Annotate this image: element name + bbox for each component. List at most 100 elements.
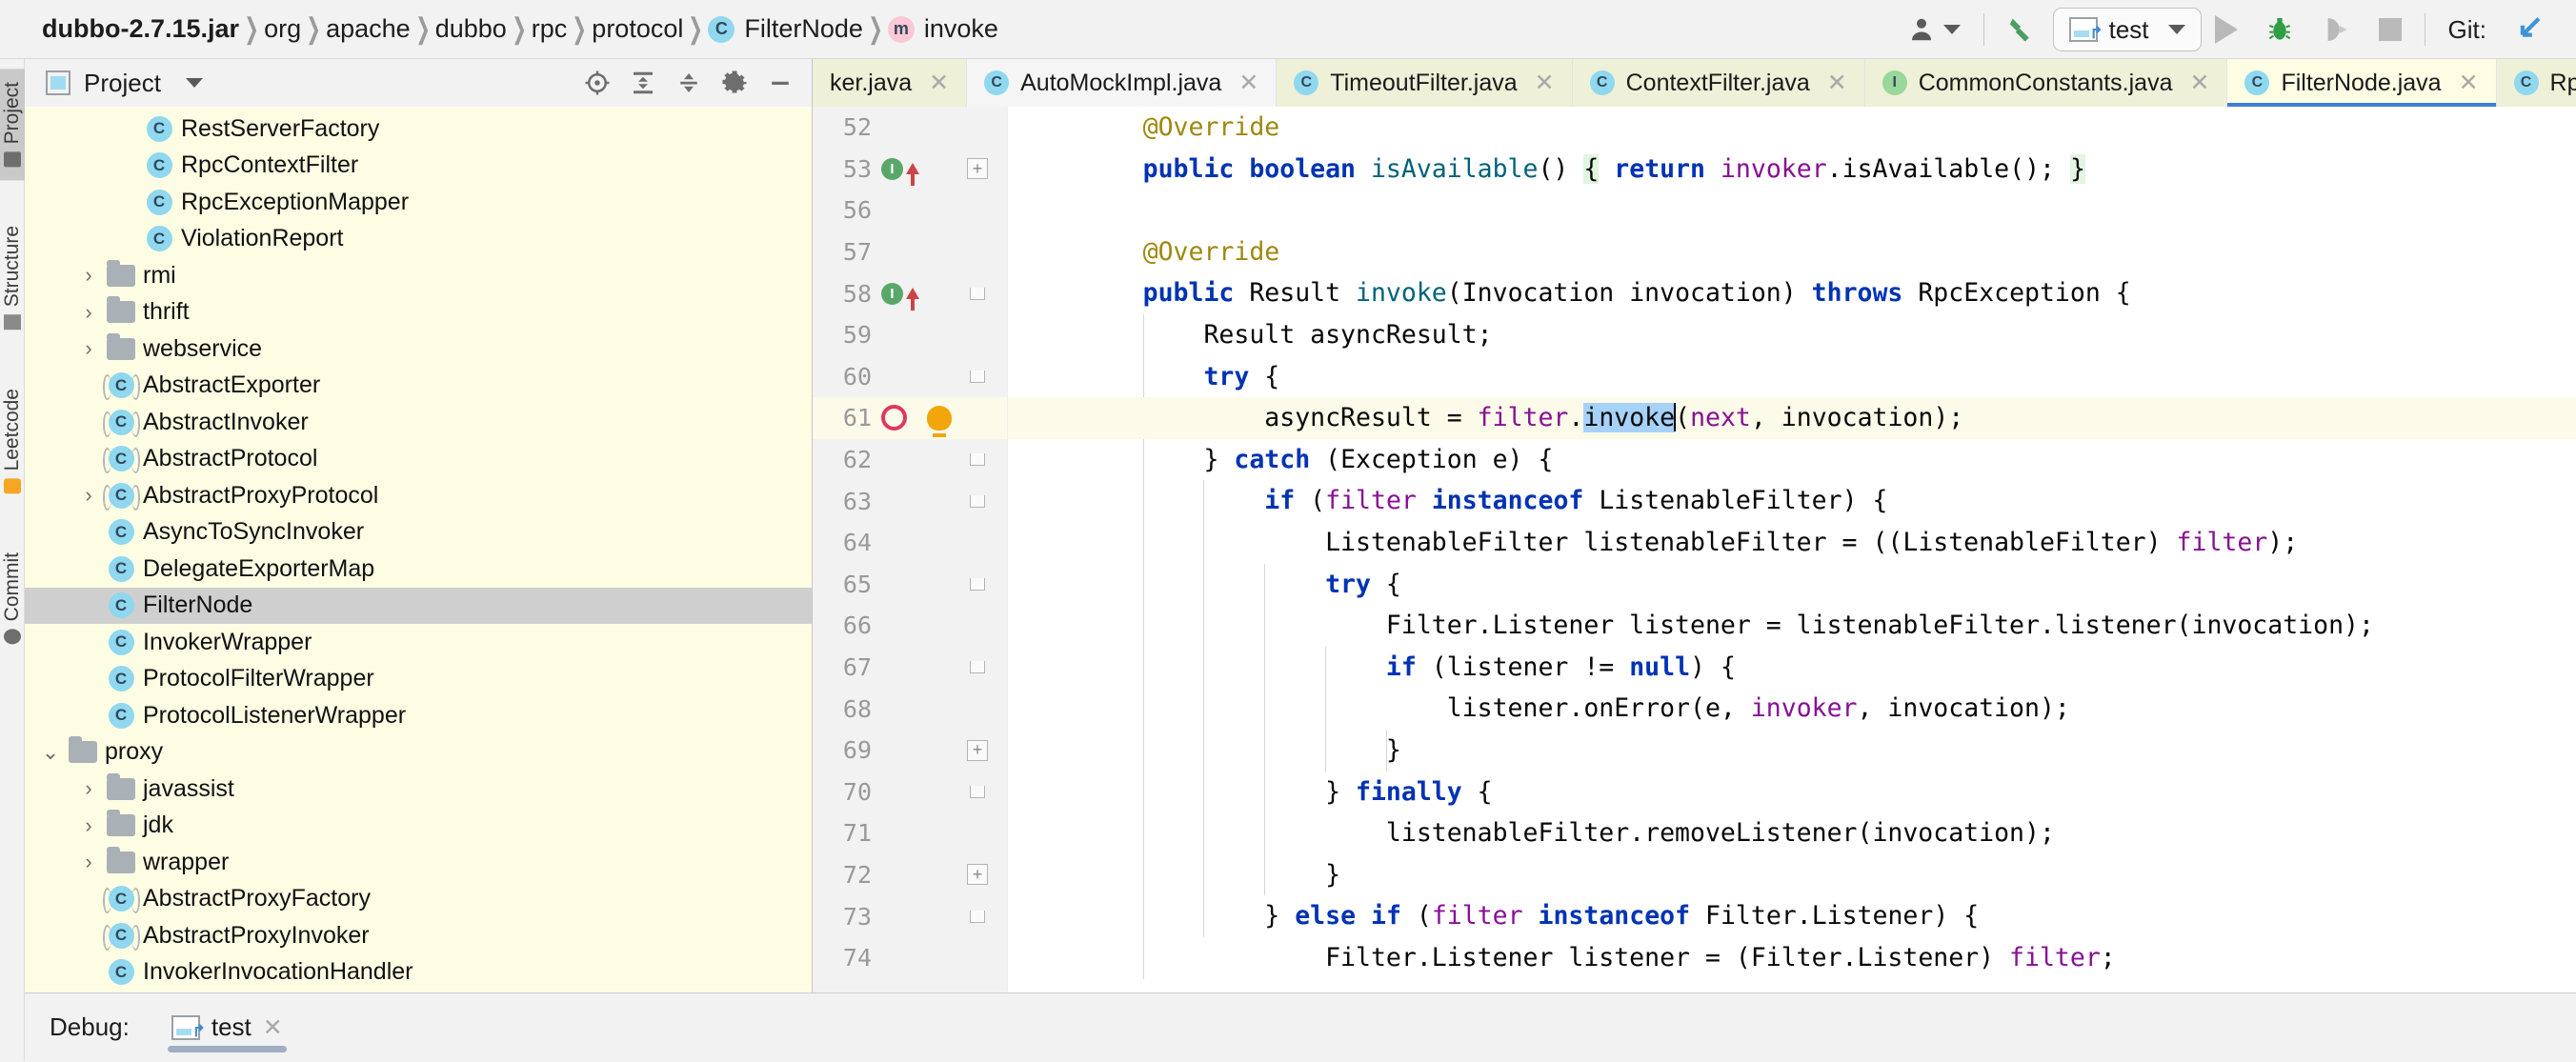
code-line[interactable]: } xyxy=(1008,730,2576,771)
rail-button-commit[interactable]: Commit xyxy=(0,539,25,657)
close-icon[interactable]: ✕ xyxy=(2459,69,2479,97)
gutter-row[interactable]: 72+ xyxy=(813,854,1007,896)
fold-marker[interactable] xyxy=(965,661,990,673)
build-button[interactable] xyxy=(1994,8,2053,51)
tree-row-selected[interactable]: ›CFilterNode xyxy=(25,588,812,625)
gutter-row[interactable]: 61 xyxy=(813,397,1007,439)
tree-row[interactable]: ›rmi xyxy=(25,257,812,294)
tree-row[interactable]: ›CRpcExceptionMapper xyxy=(25,184,812,221)
locate-icon[interactable] xyxy=(575,61,619,105)
gutter-row[interactable]: 68 xyxy=(813,688,1007,730)
fold-marker[interactable] xyxy=(965,288,990,300)
editor-gutter[interactable]: 5253I+565758I5960616263646566676869+7071… xyxy=(813,107,1008,992)
code-line[interactable]: try { xyxy=(1008,356,2576,398)
tree-row[interactable]: ›CDelegateExporterMap xyxy=(25,551,812,588)
rail-button-project[interactable]: Project xyxy=(0,69,25,180)
rail-button-leetcode[interactable]: Leetcode xyxy=(0,375,25,507)
tree-row[interactable]: ›CRestServerFactory xyxy=(25,110,812,148)
editor-tab[interactable]: ker.java✕ xyxy=(813,59,967,107)
code-line[interactable]: } catch (Exception e) { xyxy=(1008,439,2576,481)
breadcrumb-item[interactable]: org xyxy=(264,14,301,44)
close-icon[interactable]: ✕ xyxy=(1238,69,1258,97)
chevron-right-icon[interactable]: › xyxy=(72,263,105,288)
gutter-row[interactable]: 58I xyxy=(813,272,1007,314)
code-line[interactable]: @Override xyxy=(1008,231,2576,273)
fold-marker[interactable] xyxy=(965,371,990,383)
debug-tab-test[interactable]: ↱ test ✕ xyxy=(158,993,296,1062)
fold-marker[interactable]: + xyxy=(965,158,990,179)
tree-row[interactable]: ›webservice xyxy=(25,331,812,368)
tree-row[interactable]: ›CProtocolFilterWrapper xyxy=(25,661,812,698)
tree-row[interactable]: ›jdk xyxy=(25,808,812,845)
code-line[interactable]: public Result invoke(Invocation invocati… xyxy=(1008,272,2576,314)
chevron-right-icon[interactable]: › xyxy=(72,300,105,325)
gutter-row[interactable]: 56 xyxy=(813,190,1007,231)
expand-all-icon[interactable] xyxy=(621,61,665,105)
breadcrumb-item[interactable]: apache xyxy=(326,14,411,44)
gutter-row[interactable]: 69+ xyxy=(813,730,1007,771)
fold-marker[interactable]: + xyxy=(965,740,990,761)
chevron-down-icon[interactable] xyxy=(186,78,203,88)
code-line[interactable]: } xyxy=(1008,854,2576,896)
user-button[interactable] xyxy=(1894,8,1974,51)
code-line[interactable]: @Override xyxy=(1008,107,2576,149)
code-line[interactable]: ListenableFilter listenableFilter = ((Li… xyxy=(1008,522,2576,564)
override-arrow-icon[interactable] xyxy=(906,163,919,174)
fold-marker[interactable]: + xyxy=(965,864,990,885)
gutter-markers[interactable] xyxy=(881,405,952,431)
breakpoint-icon[interactable] xyxy=(881,405,907,431)
gutter-markers[interactable]: I xyxy=(881,283,919,305)
gutter-markers[interactable]: I xyxy=(881,158,919,180)
code-line[interactable] xyxy=(1008,190,2576,231)
chevron-down-icon[interactable]: ⌄ xyxy=(34,740,67,765)
tree-row[interactable]: ›javassist xyxy=(25,771,812,808)
breadcrumb-item[interactable]: dubbo-2.7.15.jar xyxy=(42,14,239,44)
close-icon[interactable]: ✕ xyxy=(1535,69,1555,97)
breadcrumb-item[interactable]: rpc xyxy=(532,14,568,44)
implementing-method-icon[interactable]: I xyxy=(881,158,903,180)
code-editor[interactable]: 5253I+565758I5960616263646566676869+7071… xyxy=(813,107,2576,992)
tree-row[interactable]: ›CAbstractProxyFactory xyxy=(25,881,812,918)
code-line[interactable]: listenableFilter.removeListener(invocati… xyxy=(1008,812,2576,854)
close-icon[interactable]: ✕ xyxy=(1827,69,1847,97)
close-icon[interactable]: ✕ xyxy=(929,69,949,97)
breadcrumb-item[interactable]: protocol xyxy=(592,14,683,44)
chevron-right-icon[interactable]: › xyxy=(72,336,105,361)
code-line[interactable]: } finally { xyxy=(1008,771,2576,813)
run-button[interactable] xyxy=(2202,8,2251,51)
tree-row[interactable]: ›CViolationReport xyxy=(25,221,812,258)
gutter-row[interactable]: 59 xyxy=(813,314,1007,356)
code-line[interactable]: asyncResult = filter.invoke(next, invoca… xyxy=(1008,397,2576,439)
editor-tab[interactable]: CFilterNode.java✕ xyxy=(2227,59,2496,107)
chevron-right-icon[interactable]: › xyxy=(72,483,105,508)
fold-marker[interactable] xyxy=(965,911,990,923)
gutter-row[interactable]: 65 xyxy=(813,564,1007,606)
gutter-row[interactable]: 60 xyxy=(813,356,1007,398)
code-line[interactable]: Filter.Listener listener = (Filter.Liste… xyxy=(1008,937,2576,979)
tree-row[interactable]: ›CAbstractProtocol xyxy=(25,441,812,478)
fold-marker[interactable] xyxy=(965,786,990,798)
close-icon[interactable]: ✕ xyxy=(263,1013,283,1042)
hide-minimize-icon[interactable] xyxy=(758,61,802,105)
chevron-right-icon[interactable]: › xyxy=(72,776,105,801)
code-line[interactable]: Filter.Listener listener = listenableFil… xyxy=(1008,605,2576,647)
gutter-row[interactable]: 73 xyxy=(813,895,1007,937)
run-configuration-selector[interactable]: ↱ test xyxy=(2053,8,2202,51)
breadcrumb-item[interactable]: minvoke xyxy=(888,14,998,44)
fold-marker[interactable] xyxy=(965,453,990,466)
tree-row[interactable]: ›CRpcContextFilter xyxy=(25,148,812,185)
gutter-row[interactable]: 53I+ xyxy=(813,149,1007,190)
fold-marker[interactable] xyxy=(965,578,990,591)
tree-row[interactable]: ›CAbstractInvoker xyxy=(25,404,812,441)
gutter-row[interactable]: 66 xyxy=(813,605,1007,647)
gutter-row[interactable]: 64 xyxy=(813,522,1007,564)
breadcrumb-item[interactable]: dubbo xyxy=(435,14,507,44)
git-update-button[interactable] xyxy=(2500,8,2559,51)
intention-bulb-icon[interactable] xyxy=(927,406,952,431)
chevron-right-icon[interactable]: › xyxy=(72,813,105,838)
editor-tab[interactable]: ICommonConstants.java✕ xyxy=(1865,59,2228,107)
fold-marker[interactable] xyxy=(965,495,990,508)
settings-gear-icon[interactable] xyxy=(713,61,756,105)
gutter-row[interactable]: 52 xyxy=(813,107,1007,149)
tree-row[interactable]: ›CInvokerInvocationHandler xyxy=(25,954,812,992)
